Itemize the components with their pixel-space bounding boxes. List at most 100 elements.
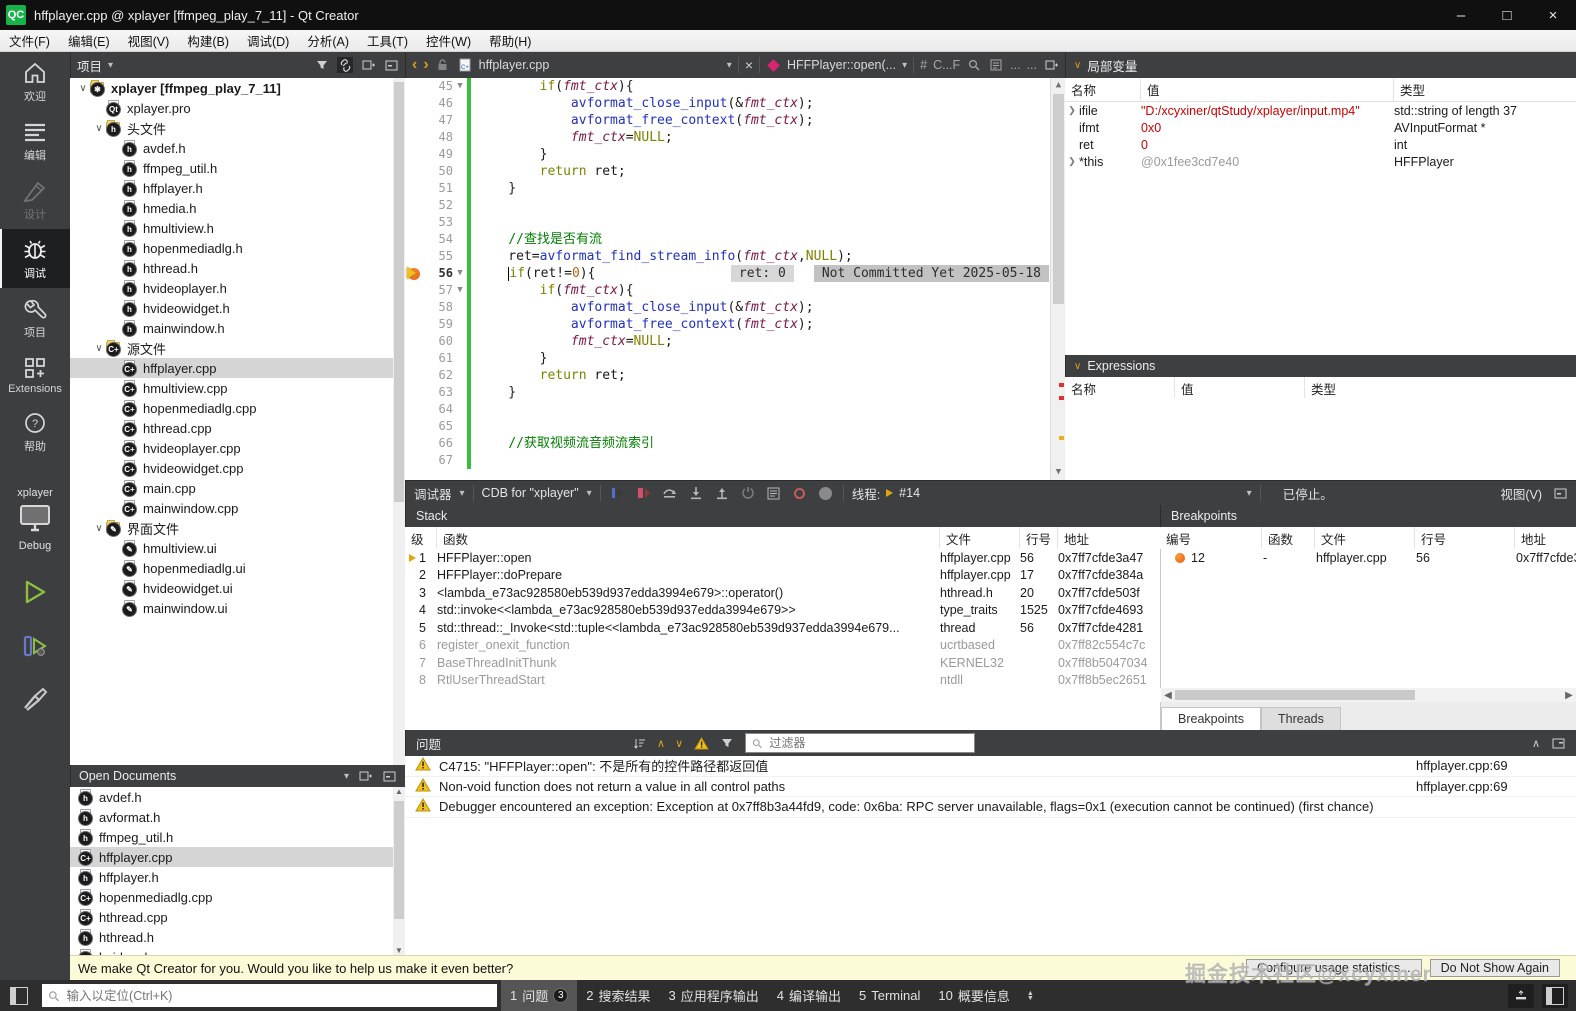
open-documents-scrollbar[interactable]: ▲ ▼	[393, 787, 405, 955]
open-document-item[interactable]: hffmpeg_util.h	[70, 827, 405, 847]
breakpoint-gutter[interactable]	[405, 180, 425, 197]
scroll-down-icon[interactable]: ▼	[1051, 465, 1065, 480]
split-icon[interactable]	[360, 57, 376, 73]
issue-row[interactable]: C4715: "HFFPlayer::open": 不是所有的控件路径都返回值h…	[405, 756, 1576, 777]
toggle-left-sidebar-icon[interactable]	[10, 987, 28, 1005]
breakpoint-gutter[interactable]	[405, 367, 425, 384]
open-document-item[interactable]: havdef.h	[70, 787, 405, 807]
bp-col-file[interactable]: 文件	[1315, 527, 1415, 550]
collapse-panel-icon[interactable]: ∧	[1532, 737, 1540, 750]
stack-frame-row[interactable]: 6register_onexit_functionucrtbased0x7ff8…	[405, 637, 1160, 655]
tree-item[interactable]: C+hvideoplayer.cpp	[70, 438, 405, 458]
fold-marker-icon[interactable]: ▼	[453, 78, 467, 95]
locals-col-type[interactable]: 类型	[1394, 78, 1576, 101]
breakpoint-gutter[interactable]	[405, 112, 425, 129]
code-line[interactable]: 59 avformat_free_context(fmt_ctx);	[405, 316, 1065, 333]
tree-item[interactable]: hhffplayer.h	[70, 178, 405, 198]
debug-run-button[interactable]	[22, 633, 48, 664]
prev-issue-icon[interactable]: ∧	[657, 737, 665, 750]
tree-item[interactable]: hhmultiview.h	[70, 218, 405, 238]
local-variable-row[interactable]: ifmt0x0AVInputFormat *	[1065, 119, 1576, 136]
breakpoint-gutter[interactable]	[405, 248, 425, 265]
mode-item-调试[interactable]: 调试	[0, 229, 70, 288]
code-line[interactable]: 60 fmt_ctx=NULL;	[405, 333, 1065, 350]
stack-frame-row[interactable]: 8RtlUserThreadStartntdll0x7ff8b5ec2651	[405, 672, 1160, 690]
warning-filter-icon[interactable]	[693, 735, 709, 751]
current-symbol[interactable]: HFFPlayer::open(...	[787, 58, 896, 72]
annotation-icon[interactable]	[966, 57, 982, 73]
locator-input[interactable]	[65, 988, 491, 1004]
open-document-item[interactable]: hhffplayer.h	[70, 867, 405, 887]
fold-marker-icon[interactable]: ▼	[453, 265, 467, 282]
tree-item[interactable]: C+hvideowidget.cpp	[70, 458, 405, 478]
overflow-menu-icon[interactable]: ...	[1010, 58, 1020, 72]
scroll-right-icon[interactable]: ▶	[1562, 690, 1576, 701]
chevron-down-icon[interactable]: ∨	[1074, 361, 1081, 372]
next-issue-icon[interactable]: ∨	[675, 737, 683, 750]
step-over-icon[interactable]	[661, 484, 679, 502]
issue-row[interactable]: Non-void function does not return a valu…	[405, 777, 1576, 798]
tree-item[interactable]: C+main.cpp	[70, 478, 405, 498]
menu-1[interactable]: 文件(F)	[0, 30, 59, 52]
breakpoint-gutter[interactable]	[405, 452, 425, 469]
expander-icon[interactable]: ❯	[1065, 156, 1079, 167]
code-line[interactable]: 45▼ if(fmt_ctx){	[405, 78, 1065, 95]
tree-item[interactable]: ✎hopenmediadlg.ui	[70, 558, 405, 578]
mode-item-编辑[interactable]: 编辑	[0, 111, 70, 170]
breakpoint-gutter[interactable]	[405, 129, 425, 146]
mode-item-项目[interactable]: 项目	[0, 288, 70, 347]
breakpoint-row[interactable]: 12-hffplayer.cpp560x7ff7cfde3a47	[1161, 549, 1576, 567]
expander-icon[interactable]: ∨	[92, 123, 106, 134]
tree-item[interactable]: hhmedia.h	[70, 198, 405, 218]
bp-col-line[interactable]: 行号	[1415, 527, 1515, 550]
breakpoint-gutter[interactable]	[405, 197, 425, 214]
tree-item[interactable]: havdef.h	[70, 138, 405, 158]
close-document-icon[interactable]: ×	[745, 57, 753, 73]
expander-icon[interactable]: ❯	[1065, 105, 1079, 116]
expander-icon[interactable]: ∨	[92, 343, 106, 354]
breakpoint-gutter[interactable]	[405, 163, 425, 180]
breakpoint-gutter[interactable]	[405, 401, 425, 418]
forward-icon[interactable]: ›	[423, 57, 428, 73]
stop-icon[interactable]	[635, 484, 653, 502]
breakpoints-hscrollbar[interactable]: ◀ ▶	[1161, 688, 1576, 702]
local-variable-row[interactable]: ret0int	[1065, 136, 1576, 153]
scroll-up-icon[interactable]: ▲	[1051, 78, 1065, 93]
tree-item[interactable]: ✎hvideowidget.ui	[70, 578, 405, 598]
breakpoint-gutter[interactable]	[405, 384, 425, 401]
code-editor[interactable]: 45▼ if(fmt_ctx){46 avformat_close_input(…	[405, 78, 1065, 480]
code-line[interactable]: 55 ret=avformat_find_stream_info(fmt_ctx…	[405, 248, 1065, 265]
chevron-down-icon[interactable]: ▾	[1247, 488, 1252, 499]
code-line[interactable]: 63 }	[405, 384, 1065, 401]
breakpoint-gutter[interactable]	[405, 282, 425, 299]
menu-8[interactable]: 控件(W)	[417, 30, 480, 52]
tab-breakpoints[interactable]: Breakpoints	[1161, 707, 1261, 730]
breakpoint-gutter[interactable]	[405, 350, 425, 367]
maximize-panel-icon[interactable]	[1550, 735, 1566, 751]
source-list-icon[interactable]	[765, 484, 783, 502]
back-icon[interactable]: ‹	[412, 57, 417, 73]
tree-item[interactable]: ✎mainwindow.ui	[70, 598, 405, 618]
tree-item[interactable]: C+mainwindow.cpp	[70, 498, 405, 518]
expressions-col-value[interactable]: 值	[1175, 377, 1305, 400]
bp-col-number[interactable]: 编号	[1160, 527, 1262, 550]
locator-box[interactable]	[42, 984, 497, 1007]
scroll-left-icon[interactable]: ◀	[1161, 690, 1175, 701]
expressions-col-type[interactable]: 类型	[1305, 377, 1576, 400]
filter-icon[interactable]	[314, 57, 330, 73]
mode-item-欢迎[interactable]: 欢迎	[0, 52, 70, 111]
split-editor-icon[interactable]	[1043, 57, 1059, 73]
breakpoint-gutter[interactable]	[405, 95, 425, 112]
menu-7[interactable]: 工具(T)	[358, 30, 417, 52]
local-variable-row[interactable]: ❯*this@0x1fee3cd7e40HFFPlayer	[1065, 153, 1576, 170]
output-pane-10[interactable]: 10概要信息	[929, 980, 1018, 1011]
issues-filter-input[interactable]	[767, 735, 968, 751]
tree-item[interactable]: hmainwindow.h	[70, 318, 405, 338]
cursor-format-button[interactable]: C...F	[933, 58, 960, 72]
notification-button-1[interactable]: Configure usage statistics...	[1246, 959, 1422, 977]
maximize-button[interactable]: □	[1484, 0, 1530, 30]
thread-selector[interactable]: 线程: #14 ▾	[852, 484, 1252, 503]
mode-item-extensions[interactable]: Extensions	[0, 347, 70, 402]
outline-icon[interactable]	[988, 57, 1004, 73]
code-line[interactable]: 54 //查找是否有流	[405, 231, 1065, 248]
